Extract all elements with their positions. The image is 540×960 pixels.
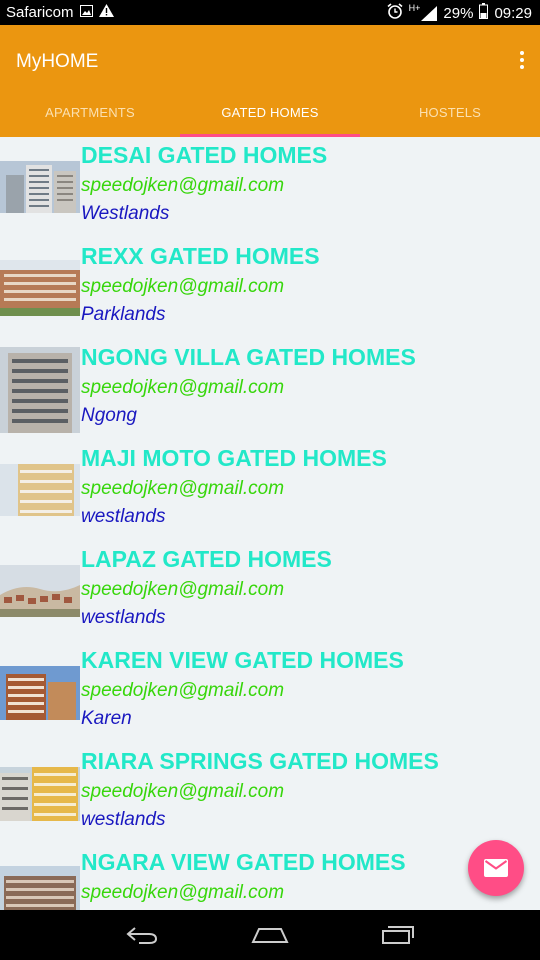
- network-type-label: H+: [408, 2, 421, 13]
- listing-name: LAPAZ GATED HOMES: [81, 546, 332, 572]
- listing-email: speedojken@gmail.com: [81, 579, 285, 600]
- list-item[interactable]: KAREN VIEW GATED HOMES speedojken@gmail.…: [0, 642, 540, 744]
- battery-percent: 29%: [443, 4, 474, 22]
- tab-hostels[interactable]: HOSTELS: [360, 97, 540, 137]
- recents-icon[interactable]: [374, 920, 422, 950]
- home-icon[interactable]: [246, 920, 294, 950]
- listing-thumbnail: [0, 464, 80, 516]
- clock: 09:29: [494, 4, 532, 22]
- tab-apartments[interactable]: APARTMENTS: [0, 97, 180, 137]
- app-title: MyHOME: [16, 51, 99, 72]
- listing-thumbnail: [0, 767, 80, 821]
- warning-icon: [98, 4, 114, 21]
- listing-thumbnail: [0, 260, 80, 316]
- list-item[interactable]: NGONG VILLA GATED HOMES speedojken@gmail…: [0, 339, 540, 441]
- signal-icon: [421, 5, 438, 21]
- envelope-icon: [484, 859, 508, 877]
- list-item[interactable]: DESAI GATED HOMES speedojken@gmail.com W…: [0, 137, 540, 239]
- signal-indicator: H+: [408, 2, 438, 21]
- list-item[interactable]: LAPAZ GATED HOMES speedojken@gmail.com w…: [0, 541, 540, 643]
- alarm-icon: [387, 3, 403, 23]
- back-icon[interactable]: [118, 920, 166, 950]
- listing-thumbnail: [0, 666, 80, 720]
- listing-name: KAREN VIEW GATED HOMES: [81, 647, 404, 673]
- listing-email: speedojken@gmail.com: [81, 478, 285, 499]
- listing-list[interactable]: DESAI GATED HOMES speedojken@gmail.com W…: [0, 137, 540, 910]
- system-nav-bar: [0, 910, 540, 960]
- listing-email: speedojken@gmail.com: [81, 680, 285, 701]
- listing-name: NGONG VILLA GATED HOMES: [81, 344, 416, 370]
- listing-email: speedojken@gmail.com: [81, 276, 285, 297]
- listing-thumbnail: [0, 866, 80, 910]
- tab-gated-homes[interactable]: GATED HOMES: [180, 97, 360, 137]
- list-item[interactable]: RIARA SPRINGS GATED HOMES speedojken@gma…: [0, 743, 540, 845]
- list-item[interactable]: NGARA VIEW GATED HOMES speedojken@gmail.…: [0, 844, 540, 910]
- list-item[interactable]: MAJI MOTO GATED HOMES speedojken@gmail.c…: [0, 440, 540, 542]
- listing-email: speedojken@gmail.com: [81, 882, 285, 903]
- email-fab-button[interactable]: [468, 840, 524, 896]
- listing-thumbnail: [0, 347, 80, 433]
- listing-name: RIARA SPRINGS GATED HOMES: [81, 748, 439, 774]
- listing-location: westlands: [81, 506, 166, 527]
- listing-location: westlands: [81, 809, 166, 830]
- more-vert-icon[interactable]: [518, 51, 526, 69]
- listing-thumbnail: [0, 161, 80, 213]
- listing-location: Parklands: [81, 304, 166, 325]
- listing-email: speedojken@gmail.com: [81, 175, 285, 196]
- listing-location: Karen: [81, 708, 132, 729]
- listing-location: westlands: [81, 607, 166, 628]
- listing-name: NGARA VIEW GATED HOMES: [81, 849, 406, 875]
- listing-location: Ngong: [81, 405, 137, 426]
- battery-icon: [479, 3, 489, 23]
- list-item[interactable]: REXX GATED HOMES speedojken@gmail.com Pa…: [0, 238, 540, 340]
- image-notification-icon: [79, 4, 93, 21]
- tab-bar: APARTMENTS GATED HOMES HOSTELS: [0, 97, 540, 137]
- app-bar: MyHOME APARTMENTS GATED HOMES HOSTELS: [0, 25, 540, 137]
- listing-email: speedojken@gmail.com: [81, 781, 285, 802]
- carrier-label: Safaricom: [6, 4, 74, 21]
- listing-name: DESAI GATED HOMES: [81, 142, 328, 168]
- listing-location: Westlands: [81, 203, 170, 224]
- listing-thumbnail: [0, 565, 80, 617]
- listing-email: speedojken@gmail.com: [81, 377, 285, 398]
- listing-name: REXX GATED HOMES: [81, 243, 320, 269]
- listing-name: MAJI MOTO GATED HOMES: [81, 445, 387, 471]
- status-bar: Safaricom H+ 29% 09:29: [0, 0, 540, 25]
